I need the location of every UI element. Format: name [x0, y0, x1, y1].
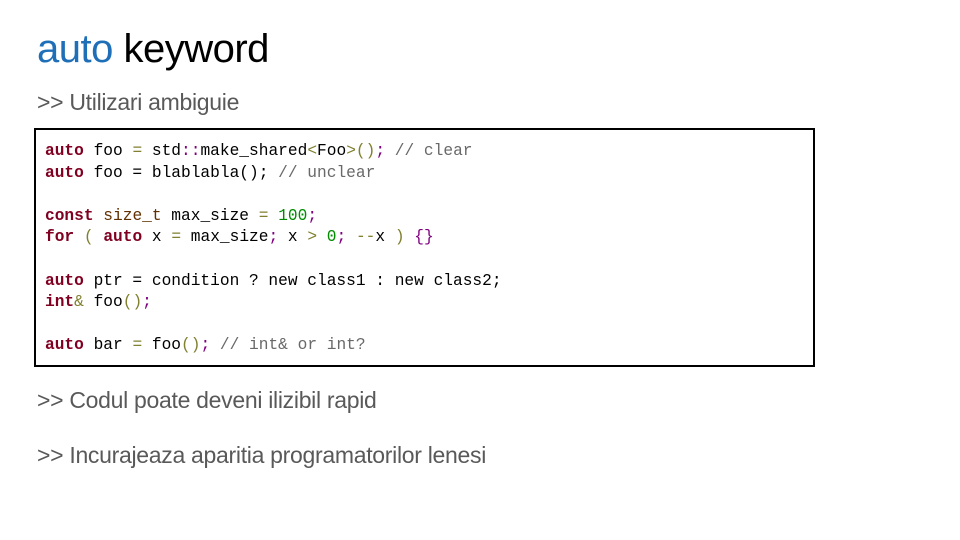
code-token-op: > — [307, 228, 318, 247]
code-token-kw: auto — [45, 271, 84, 290]
code-token-num: 0 — [326, 228, 337, 247]
code-token-cmt: // unclear — [278, 163, 376, 182]
code-token-txt: ptr = condition ? new class1 : new class… — [83, 271, 502, 290]
code-token-op: < — [307, 142, 318, 160]
code-line: int& foo(); — [45, 292, 502, 314]
code-listing: auto foo = std::make_shared<Foo>(); // c… — [45, 141, 502, 357]
code-token-kw: auto — [45, 142, 84, 160]
code-token-punc: ; — [307, 206, 318, 225]
code-token-num: 100 — [278, 206, 308, 225]
code-token-op: () — [355, 142, 376, 160]
code-token-txt: make_shared — [200, 142, 308, 160]
code-line: auto foo = std::make_shared<Foo>(); // c… — [45, 141, 502, 163]
code-token-op: () — [181, 336, 201, 355]
code-token-op: () — [122, 293, 143, 312]
slide-title: auto keyword — [37, 24, 269, 74]
bullet-unreadable-code: >> Codul poate deveni ilizibil rapid — [37, 387, 377, 413]
code-token-txt: foo — [83, 293, 123, 312]
code-token-kw: auto — [103, 228, 143, 247]
code-token-txt: Foo — [317, 142, 347, 160]
code-line: for ( auto x = max_size; x > 0; --x ) {} — [45, 227, 502, 249]
code-block: auto foo = std::make_shared<Foo>(); // c… — [34, 128, 815, 367]
code-token-type: size_t — [103, 206, 162, 225]
code-token-op: ) — [394, 228, 405, 247]
code-token-op: > — [346, 142, 356, 160]
code-token-txt: x — [278, 228, 308, 247]
code-token-txt: max_size — [161, 206, 259, 225]
code-token-kw: auto — [45, 163, 84, 182]
code-line: auto ptr = condition ? new class1 : new … — [45, 271, 502, 293]
code-token-txt: x — [142, 228, 172, 247]
code-token-txt: foo = blablabla(); — [83, 163, 279, 182]
code-token-txt: bar — [83, 336, 133, 355]
code-token-txt: foo — [142, 336, 182, 355]
bullet-ambiguous-uses: >> Utilizari ambiguie — [37, 89, 240, 115]
code-token-op: = — [258, 206, 269, 225]
code-token-punc: ; — [375, 142, 386, 160]
title-rest: keyword — [112, 27, 269, 71]
code-line: auto bar = foo(); // int& or int? — [45, 335, 502, 357]
code-token-txt: std — [142, 142, 182, 160]
code-line: const size_t max_size = 100; — [45, 206, 502, 228]
code-token-cmt: // clear — [394, 142, 473, 160]
code-token-punc: ; — [142, 293, 152, 312]
code-token-punc: {} — [414, 228, 434, 247]
code-token-op: = — [132, 142, 143, 160]
code-token-punc: :: — [181, 142, 201, 160]
code-token-kw: for — [45, 228, 75, 247]
code-token-op: -- — [355, 228, 376, 247]
code-token-cmt: // int& or int? — [219, 336, 366, 355]
code-token-punc: ; — [200, 336, 211, 355]
code-token-op: & — [74, 293, 84, 312]
code-token-op: = — [132, 336, 143, 355]
code-token-kw: int — [45, 293, 75, 312]
code-token-op: = — [171, 228, 182, 247]
code-token-punc: ; — [336, 228, 347, 247]
code-token-op: ( — [83, 228, 94, 247]
code-token-kw: auto — [45, 336, 84, 355]
code-token-punc: ; — [268, 228, 279, 247]
code-token-txt: max_size — [181, 228, 269, 247]
code-token-txt: x — [375, 228, 395, 247]
title-accent-keyword: auto — [37, 27, 113, 71]
code-line: auto foo = blablabla(); // unclear — [45, 163, 502, 185]
code-token-kw: const — [45, 206, 94, 225]
code-token-txt: foo — [83, 142, 133, 160]
bullet-lazy-programmers: >> Incurajeaza aparitia programatorilor … — [37, 442, 487, 468]
